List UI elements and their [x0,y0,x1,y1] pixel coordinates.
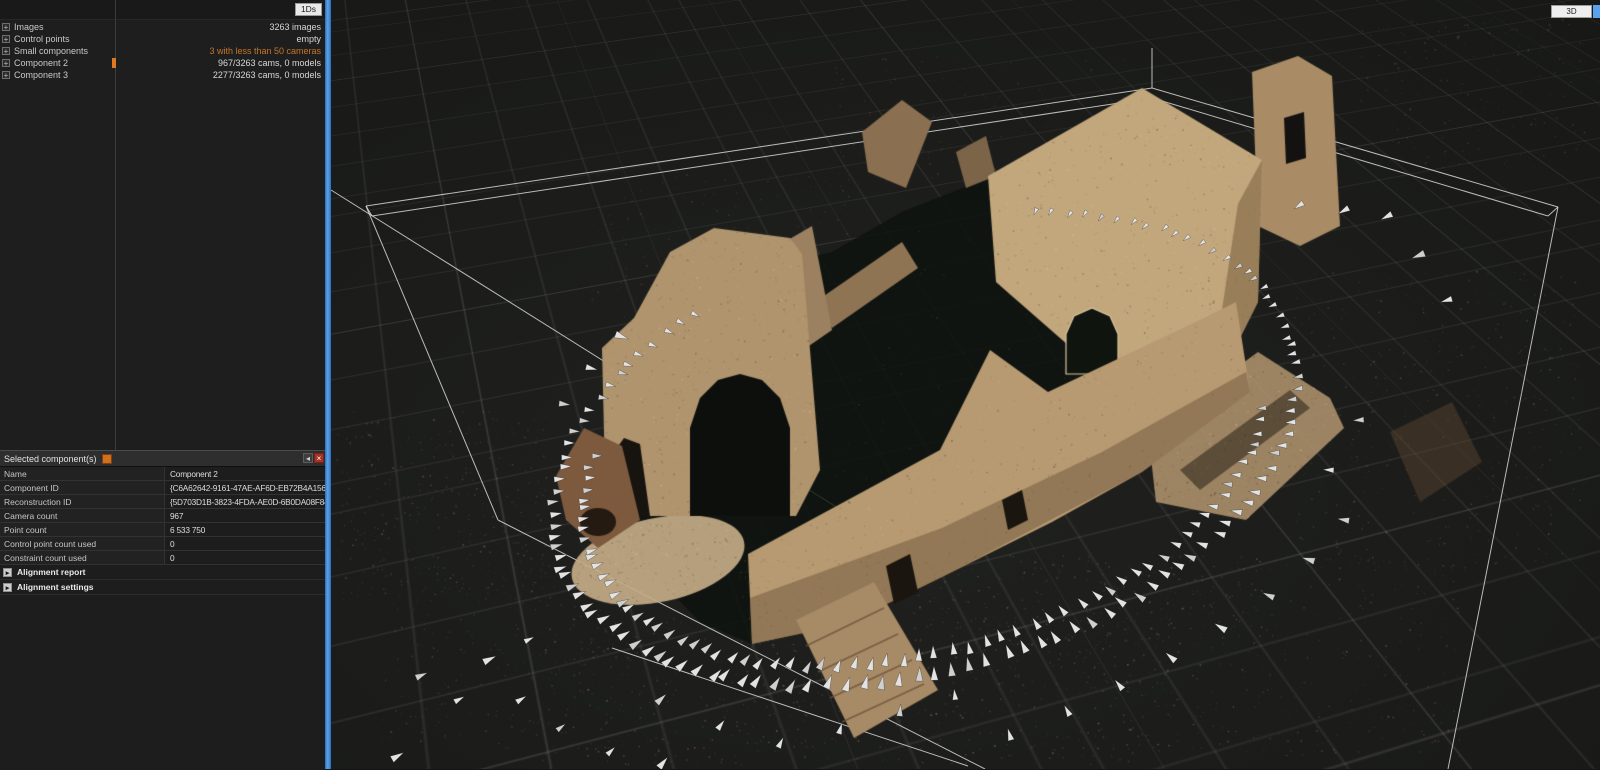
property-row-camera-count[interactable]: Camera count 967 [0,509,325,523]
expander-icon[interactable]: + [2,23,10,32]
section-label: Alignment settings [17,582,94,592]
selected-component-marker [112,58,116,68]
3d-viewport[interactable] [331,0,1600,769]
tree-item-control-points[interactable]: + Control points empty [0,33,325,45]
property-row-reconstruction-id[interactable]: Reconstruction ID {5D703D1B-3823-4FDA-AE… [0,495,325,509]
tree-item-value: 2277/3263 cams, 0 models [212,70,321,80]
section-label: Alignment report [17,567,86,577]
property-label: Component ID [0,481,165,494]
property-label: Reconstruction ID [0,495,165,508]
property-value: 0 [170,552,175,563]
tree-item-label: Component 3 [14,70,69,80]
tree-item-label: Images [14,22,44,32]
tree-item-small-components[interactable]: + Small components 3 with less than 50 c… [0,45,325,57]
property-value: {C6A62642-9161-47AE-AF6D-EB72B4A15672} [170,482,325,493]
collapse-panel-icon[interactable]: ◂ [303,453,313,463]
tree-item-component-2[interactable]: + Component 2 967/3263 cams, 0 models [0,57,325,69]
property-label: Name [0,467,165,480]
tree-item-value-warning: 3 with less than 50 cameras [209,46,321,56]
expander-icon[interactable]: + [2,71,10,80]
tree-item-value: empty [296,34,321,44]
section-alignment-settings[interactable]: ▸ Alignment settings [0,580,325,595]
panel-splitter[interactable] [325,0,331,769]
section-alignment-report[interactable]: ▸ Alignment report [0,565,325,580]
section-expand-icon[interactable]: ▸ [3,567,12,577]
tab-1ds[interactable]: 1Ds [295,3,322,16]
tree-item-label: Small components [14,46,89,56]
property-row-name[interactable]: Name Component 2 [0,467,325,481]
ground-grid [331,0,1600,769]
tree-item-images[interactable]: + Images 3263 images [0,21,325,33]
section-expand-icon[interactable]: ▸ [3,582,12,592]
property-value[interactable]: Component 2 [165,467,325,480]
project-tree: + Images 3263 images + Control points em… [0,21,325,81]
tree-item-component-3[interactable]: + Component 3 2277/3263 cams, 0 models [0,69,325,81]
viewport-mode-accent [1593,5,1600,18]
tree-item-value: 3263 images [269,22,321,32]
property-value: 967 [170,510,184,521]
property-value: {5D703D1B-3823-4FDA-AE0D-6B0DA08F84... [170,496,325,507]
property-row-point-count[interactable]: Point count 6 533 750 [0,523,325,537]
property-value: 0 [170,538,175,549]
project-panel: 1Ds + Images 3263 images + Control point… [0,0,325,770]
panel-header[interactable]: Selected component(s) ◂ × [0,451,325,467]
property-label: Camera count [0,509,165,522]
panel-tabstrip [0,0,325,20]
property-label: Constraint count used [0,551,165,564]
tree-item-label: Component 2 [14,58,69,68]
expander-icon[interactable]: + [2,35,10,44]
tree-item-value: 967/3263 cams, 0 models [217,58,321,68]
expander-icon[interactable]: + [2,59,10,68]
tree-item-label: Control points [14,34,70,44]
expander-icon[interactable]: + [2,47,10,56]
property-value: 6 533 750 [170,524,206,535]
property-row-constraint-count[interactable]: Constraint count used 0 [0,551,325,565]
property-row-control-point-count[interactable]: Control point count used 0 [0,537,325,551]
viewport-mode-tab[interactable]: 3D [1551,5,1592,18]
property-label: Point count [0,523,165,536]
selected-component-panel: Selected component(s) ◂ × Name Component… [0,450,325,770]
property-row-component-id[interactable]: Component ID {C6A62642-9161-47AE-AF6D-EB… [0,481,325,495]
panel-title: Selected component(s) [4,453,97,464]
close-panel-icon[interactable]: × [314,453,324,463]
component-icon [101,453,112,464]
property-label: Control point count used [0,537,165,550]
